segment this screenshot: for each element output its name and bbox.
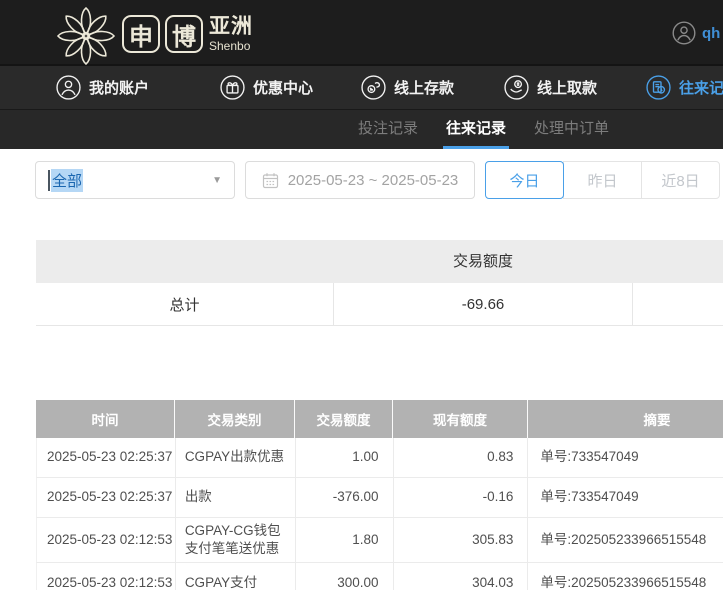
date-range-picker[interactable]: 2025-05-23 ~ 2025-05-23 — [245, 161, 475, 199]
account-icon — [56, 75, 81, 100]
nav-item-label: 线上存款 — [394, 77, 454, 98]
nav-item-transaction-records[interactable]: 往来记录 — [646, 66, 723, 109]
column-header-balance: 现有额度 — [393, 400, 528, 438]
main-navigation: 我的账户 优惠中心 线上存款 线上取款 — [0, 66, 723, 109]
cell-type: CGPAY-CG钱包支付笔笔送优惠 — [176, 518, 296, 562]
table-row: 2025-05-23 02:12:53 CGPAY支付 300.00 304.0… — [36, 563, 723, 590]
tab-transaction-records[interactable]: 往来记录 — [446, 110, 506, 150]
cell-balance: -0.16 — [394, 478, 529, 517]
brand-region: 亚洲 Shenbo — [209, 16, 253, 52]
brand-region-cn: 亚洲 — [209, 16, 253, 37]
cell-type: CGPAY出款优惠 — [176, 438, 296, 477]
record-tabs-bar: 投注记录 往来记录 处理中订单 — [0, 109, 723, 149]
date-range-value: 2025-05-23 ~ 2025-05-23 — [288, 172, 459, 189]
cell-type: 出款 — [176, 478, 296, 517]
table-row: 2025-05-23 02:25:37 出款 -376.00 -0.16 单号:… — [36, 478, 723, 518]
brand-name-boxes: 申 博 — [122, 15, 203, 53]
table-row: 2025-05-23 02:12:53 CGPAY-CG钱包支付笔笔送优惠 1.… — [36, 518, 723, 563]
column-header-summary: 摘要 — [528, 400, 723, 438]
yesterday-button[interactable]: 昨日 — [563, 161, 642, 199]
brand-logo[interactable]: 申 博 亚洲 Shenbo — [54, 2, 253, 66]
records-icon — [646, 75, 671, 100]
tab-label: 处理中订单 — [534, 120, 609, 137]
today-button[interactable]: 今日 — [485, 161, 564, 199]
tab-bet-records[interactable]: 投注记录 — [358, 110, 418, 150]
calendar-icon — [262, 172, 279, 189]
nav-item-label: 我的账户 — [89, 77, 149, 98]
cell-summary: 单号:202505233966515548 — [528, 518, 723, 562]
cell-time: 2025-05-23 02:25:37 — [37, 438, 176, 477]
brand-char-1: 申 — [122, 15, 160, 53]
brand-latin: Shenbo — [209, 40, 253, 52]
cell-balance: 304.03 — [394, 563, 529, 590]
cell-time: 2025-05-23 02:12:53 — [37, 563, 176, 590]
user-account-menu[interactable]: qh — [672, 21, 720, 45]
quick-date-buttons: 今日 昨日 近8日 — [485, 161, 720, 199]
cell-type: CGPAY支付 — [176, 563, 296, 590]
cell-amount: 1.80 — [296, 518, 394, 562]
cell-summary: 单号:733547049 — [528, 438, 723, 477]
cell-amount: -376.00 — [296, 478, 394, 517]
tab-pending-orders[interactable]: 处理中订单 — [534, 110, 609, 150]
username: qh — [702, 25, 720, 42]
withdraw-icon — [504, 75, 529, 100]
summary-table: 交易额度 总计 -69.66 — [36, 240, 723, 326]
chevron-down-icon: ▼ — [212, 175, 222, 186]
transactions-table-header: 时间 交易类别 交易额度 现有额度 摘要 — [36, 400, 723, 438]
summary-table-header: 交易额度 — [36, 240, 723, 283]
nav-item-my-account[interactable]: 我的账户 — [56, 66, 149, 109]
summary-empty-cell — [633, 283, 723, 325]
tab-label: 投注记录 — [358, 120, 418, 137]
table-row: 2025-05-23 02:25:37 CGPAY出款优惠 1.00 0.83 … — [36, 438, 723, 478]
transaction-type-select[interactable]: 全部 ▼ — [35, 161, 235, 199]
text-cursor — [48, 170, 50, 191]
user-avatar-icon — [672, 21, 696, 45]
summary-total-row: 总计 -69.66 — [36, 283, 723, 326]
deposit-icon — [361, 75, 386, 100]
nav-item-withdraw[interactable]: 线上取款 — [504, 66, 597, 109]
transactions-table: 时间 交易类别 交易额度 现有额度 摘要 2025-05-23 02:25:37… — [36, 400, 723, 590]
top-brand-bar: 申 博 亚洲 Shenbo qh — [0, 0, 723, 66]
column-header-amount: 交易额度 — [295, 400, 393, 438]
summary-total-value: -69.66 — [333, 283, 633, 325]
nav-item-label: 优惠中心 — [253, 77, 313, 98]
cell-amount: 1.00 — [296, 438, 394, 477]
brand-char-2: 博 — [165, 15, 203, 53]
cell-time: 2025-05-23 02:12:53 — [37, 518, 176, 562]
cell-summary: 单号:733547049 — [528, 478, 723, 517]
column-header-time: 时间 — [36, 400, 175, 438]
summary-header-label: 交易额度 — [333, 240, 633, 283]
record-tabs: 投注记录 往来记录 处理中订单 — [358, 110, 609, 150]
column-header-type: 交易类别 — [175, 400, 295, 438]
cell-summary: 单号:202505233966515548 — [528, 563, 723, 590]
flower-logo-icon — [54, 2, 118, 66]
last-8-days-button[interactable]: 近8日 — [641, 161, 720, 199]
type-select-value: 全部 — [51, 169, 83, 192]
nav-item-promotions[interactable]: 优惠中心 — [220, 66, 313, 109]
cell-amount: 300.00 — [296, 563, 394, 590]
cell-balance: 305.83 — [394, 518, 529, 562]
content-area: 全部 ▼ 2025-05-23 ~ 2025-05-23 今日 昨日 近8日 交… — [0, 149, 723, 590]
cell-balance: 0.83 — [394, 438, 529, 477]
summary-total-label: 总计 — [36, 283, 333, 325]
gift-icon — [220, 75, 245, 100]
nav-item-deposit[interactable]: 线上存款 — [361, 66, 454, 109]
tab-label: 往来记录 — [446, 120, 506, 137]
cell-time: 2025-05-23 02:25:37 — [37, 478, 176, 517]
nav-item-label: 线上取款 — [537, 77, 597, 98]
nav-item-label: 往来记录 — [679, 77, 723, 98]
